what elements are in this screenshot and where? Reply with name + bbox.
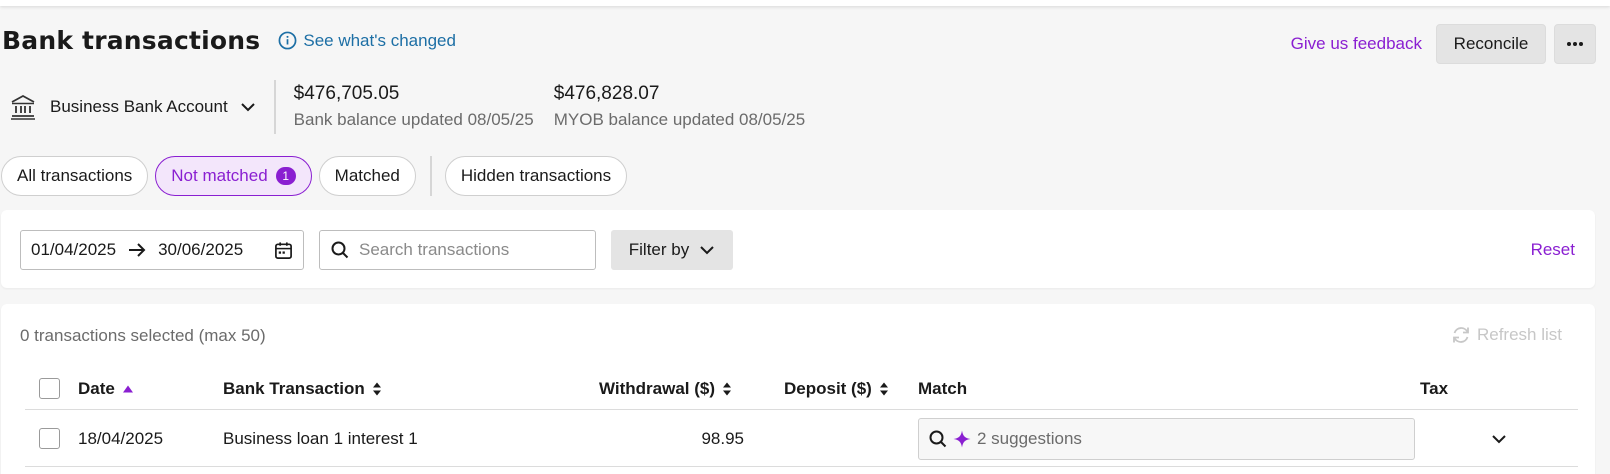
page-header: Bank transactions See what's changed	[2, 26, 456, 55]
transaction-tabs: All transactions Not matched 1 Matched H…	[1, 156, 634, 196]
row-expand-cell	[1491, 411, 1507, 466]
sparkle-icon	[953, 430, 971, 447]
tab-all-transactions[interactable]: All transactions	[1, 156, 149, 196]
arrow-right-icon	[129, 243, 146, 257]
page-title: Bank transactions	[2, 26, 261, 55]
sort-icon	[722, 381, 732, 397]
search-field[interactable]	[319, 230, 596, 270]
column-label: Deposit ($)	[784, 378, 872, 398]
divider	[429, 156, 432, 196]
count-badge: 1	[275, 167, 296, 185]
account-name: Business Bank Account	[50, 97, 228, 116]
transactions-table-card: 0 transactions selected (max 50) Refresh…	[1, 304, 1595, 474]
column-withdrawal[interactable]: Withdrawal ($)	[599, 368, 732, 409]
whats-changed-link[interactable]: See what's changed	[278, 31, 456, 51]
date-range-picker[interactable]: 01/04/2025 30/06/2025	[20, 230, 304, 270]
search-icon	[331, 241, 349, 259]
account-selector[interactable]: Business Bank Account	[10, 94, 256, 120]
tab-label: Matched	[334, 166, 400, 185]
column-bank-transaction[interactable]: Bank Transaction	[223, 368, 382, 409]
column-label: Bank Transaction	[223, 378, 365, 398]
bank-icon	[11, 94, 35, 120]
match-suggestions-field[interactable]: 2 suggestions	[918, 417, 1415, 460]
column-date[interactable]: Date	[78, 368, 134, 409]
select-all-cell	[39, 368, 60, 409]
tab-label: Hidden transactions	[460, 166, 612, 185]
column-tax: Tax	[1420, 368, 1448, 409]
tab-not-matched[interactable]: Not matched 1	[155, 156, 312, 196]
myob-balance-amount: $476,828.07	[553, 83, 660, 104]
selected-count: 0 transactions selected (max 50)	[20, 326, 266, 345]
row-date: 18/04/2025	[78, 428, 164, 448]
filter-bar: 01/04/2025 30/06/2025 Filter by Reset	[1, 210, 1595, 288]
tab-label: Not matched	[171, 166, 268, 185]
myob-balance: $476,828.07 MYOB balance updated 08/05/2…	[554, 81, 805, 133]
bank-balance-label: Bank balance updated 08/05/25	[293, 110, 534, 129]
account-summary: Business Bank Account $476,705.05 Bank b…	[10, 80, 825, 134]
row-match-cell: 2 suggestions	[918, 411, 1415, 466]
date-from[interactable]: 01/04/2025	[31, 240, 116, 260]
refresh-label: Refresh list	[1476, 325, 1562, 344]
search-icon	[929, 430, 947, 447]
chevron-down-icon	[700, 246, 714, 255]
sort-ascending-icon	[122, 384, 134, 394]
divider	[273, 80, 276, 134]
chevron-down-icon	[240, 103, 255, 112]
row-withdrawal: 98.95	[701, 428, 744, 448]
sort-icon	[372, 381, 382, 397]
table-row[interactable]: 18/04/2025 Business loan 1 interest 1 98…	[25, 411, 1578, 467]
chevron-down-icon[interactable]	[1491, 434, 1507, 444]
column-deposit[interactable]: Deposit ($)	[784, 368, 889, 409]
row-deposit	[784, 411, 884, 466]
row-description: Business loan 1 interest 1	[223, 428, 418, 448]
bank-balance: $476,705.05 Bank balance updated 08/05/2…	[294, 81, 534, 133]
whats-changed-label: See what's changed	[303, 30, 456, 50]
filter-by-label: Filter by	[628, 240, 690, 259]
calendar-icon[interactable]	[274, 241, 293, 260]
reconcile-button[interactable]: Reconcile	[1436, 24, 1546, 64]
header-actions: Give us feedback Reconcile	[1291, 24, 1596, 64]
more-icon	[1567, 42, 1583, 46]
myob-balance-label: MYOB balance updated 08/05/25	[553, 110, 806, 129]
refresh-icon	[1453, 327, 1469, 343]
more-options-button[interactable]	[1554, 24, 1596, 64]
tab-hidden-transactions[interactable]: Hidden transactions	[444, 156, 628, 196]
filter-by-button[interactable]: Filter by	[611, 230, 733, 270]
feedback-link[interactable]: Give us feedback	[1291, 34, 1422, 54]
row-checkbox[interactable]	[39, 428, 60, 449]
top-bar	[0, 0, 1610, 6]
refresh-list-button[interactable]: Refresh list	[1451, 325, 1562, 345]
date-to[interactable]: 30/06/2025	[158, 240, 243, 260]
tab-matched[interactable]: Matched	[318, 156, 416, 196]
column-label: Match	[918, 378, 968, 398]
bank-balance-amount: $476,705.05	[293, 83, 400, 104]
select-all-checkbox[interactable]	[39, 378, 60, 399]
info-icon	[278, 31, 297, 50]
row-select-cell	[39, 411, 60, 466]
column-label: Tax	[1420, 378, 1449, 398]
table-header: Date Bank Transaction Withdrawal ($) Dep…	[25, 368, 1578, 410]
column-match: Match	[918, 368, 967, 409]
match-suggestions-text: 2 suggestions	[977, 428, 1082, 448]
tab-label: All transactions	[17, 166, 133, 185]
reset-link[interactable]: Reset	[1531, 240, 1575, 260]
sort-icon	[879, 381, 889, 397]
column-label: Withdrawal ($)	[599, 378, 716, 398]
column-label: Date	[78, 378, 115, 398]
search-input[interactable]	[359, 240, 579, 260]
